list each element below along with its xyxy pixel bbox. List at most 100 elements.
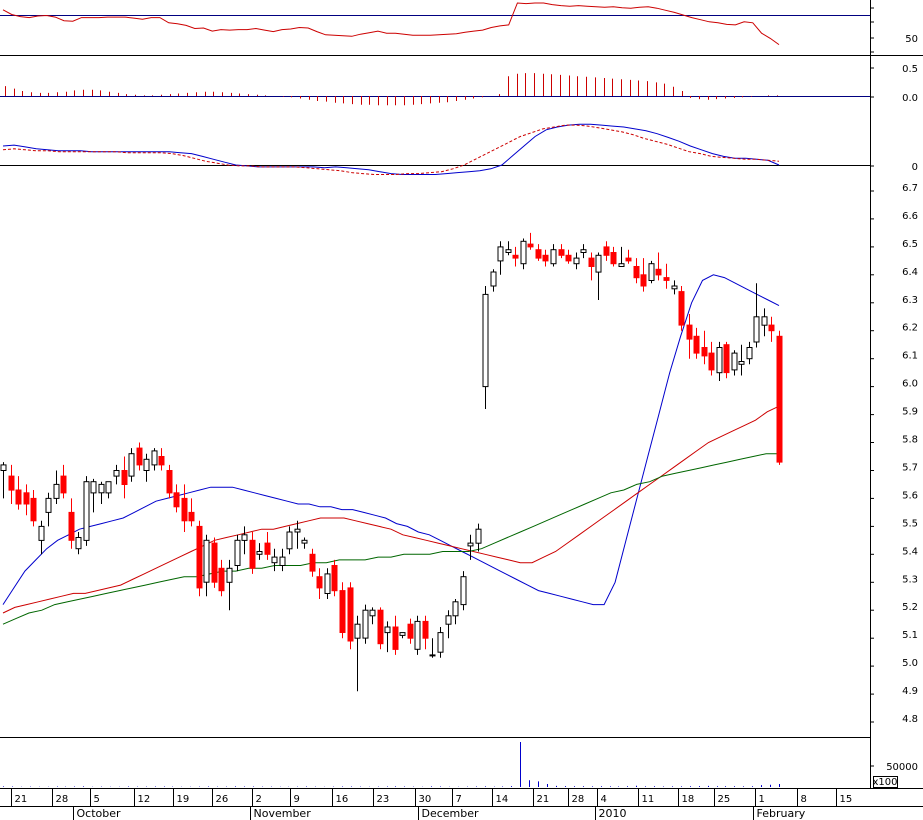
candle-body bbox=[482, 293, 489, 388]
candle-body bbox=[663, 277, 670, 281]
candle-body bbox=[211, 542, 218, 583]
candle-body bbox=[181, 497, 188, 522]
candle-body bbox=[249, 539, 256, 569]
x-tick-label: 12 bbox=[138, 794, 151, 805]
candle-body bbox=[309, 553, 316, 572]
candle-body bbox=[188, 511, 195, 522]
x-tick-label: 26 bbox=[216, 794, 229, 805]
candle-body bbox=[75, 537, 82, 550]
candle-body bbox=[595, 254, 602, 273]
candle-body bbox=[128, 453, 135, 477]
candle-body bbox=[113, 470, 120, 477]
candle-body bbox=[53, 483, 60, 499]
histogram-tick-label: 0.0 bbox=[902, 93, 918, 104]
rsi-tick-label: 50 bbox=[905, 34, 918, 45]
price-tick-label: 6.4 bbox=[902, 267, 918, 278]
candle-body bbox=[686, 324, 693, 340]
candle-body bbox=[573, 257, 580, 265]
x-tick-label: 4 bbox=[601, 794, 607, 805]
x-tick-label: 11 bbox=[642, 794, 655, 805]
x-tick-label: 28 bbox=[56, 794, 69, 805]
candle-body bbox=[708, 352, 715, 371]
price-tick-label: 6.2 bbox=[902, 323, 918, 334]
month-label: December bbox=[422, 807, 480, 820]
candle-body bbox=[203, 539, 210, 583]
candle-body bbox=[414, 620, 421, 650]
candle-body bbox=[234, 539, 241, 566]
candle-body bbox=[558, 249, 565, 256]
x-tick-label: 7 bbox=[456, 794, 462, 805]
x-tick-label: 23 bbox=[377, 794, 390, 805]
candle-body bbox=[535, 249, 542, 259]
candle-body bbox=[339, 590, 346, 633]
candle-body bbox=[565, 254, 572, 262]
candle-body bbox=[30, 497, 37, 522]
candle-body bbox=[218, 567, 225, 592]
candle-body bbox=[166, 470, 173, 494]
x-tick-label: 30 bbox=[419, 794, 432, 805]
candle-body bbox=[286, 531, 293, 550]
candle-body bbox=[738, 361, 745, 365]
chart-background bbox=[0, 0, 923, 820]
candle-body bbox=[716, 347, 723, 374]
price-tick-label: 5.9 bbox=[902, 407, 918, 418]
candle-body bbox=[746, 347, 753, 360]
candle-body bbox=[429, 654, 436, 657]
candle-body bbox=[45, 497, 52, 513]
candle-body bbox=[68, 511, 75, 541]
candle-body bbox=[527, 243, 534, 248]
candle-body bbox=[633, 266, 640, 279]
x-tick-label: 28 bbox=[572, 794, 585, 805]
candle-body bbox=[324, 573, 331, 595]
price-tick-label: 6.3 bbox=[902, 295, 918, 306]
price-tick-label: 5.3 bbox=[902, 574, 918, 585]
candle-body bbox=[8, 475, 15, 491]
candle-body bbox=[542, 254, 549, 262]
candle-body bbox=[38, 525, 45, 541]
candle-body bbox=[693, 335, 700, 354]
x-tick-label: 21 bbox=[537, 794, 550, 805]
candle-body bbox=[475, 528, 482, 544]
candle-body bbox=[362, 609, 369, 639]
candle-body bbox=[701, 347, 708, 357]
candle-body bbox=[610, 252, 617, 265]
candle-body bbox=[173, 492, 180, 508]
candle-body bbox=[588, 257, 595, 268]
candle-body bbox=[136, 447, 143, 466]
candle-body bbox=[603, 246, 610, 256]
price-tick-label: 6.5 bbox=[902, 239, 918, 250]
candle-body bbox=[90, 481, 97, 494]
candle-body bbox=[753, 316, 760, 343]
candle-body bbox=[0, 464, 7, 471]
x-tick-label: 15 bbox=[840, 794, 853, 805]
candle-body bbox=[648, 263, 655, 282]
x-tick-label: 9 bbox=[294, 794, 300, 805]
price-tick-label: 5.5 bbox=[902, 518, 918, 529]
price-tick-label: 5.8 bbox=[902, 435, 918, 446]
price-tick-label: 6.6 bbox=[902, 211, 918, 222]
price-tick-label: 4.8 bbox=[902, 714, 918, 725]
price-tick-label: 6.0 bbox=[902, 379, 918, 390]
candle-body bbox=[723, 344, 730, 374]
candle-body bbox=[264, 542, 271, 555]
x-tick-label: 2 bbox=[256, 794, 262, 805]
candle-body bbox=[467, 542, 474, 547]
candle-body bbox=[776, 335, 783, 463]
candle-body bbox=[347, 587, 354, 642]
candle-body bbox=[731, 352, 738, 371]
candle-body bbox=[550, 249, 557, 265]
histogram-tick-label: 0.5 bbox=[902, 64, 918, 75]
x-tick-label: 16 bbox=[336, 794, 349, 805]
x-tick-label: 8 bbox=[801, 794, 807, 805]
candle-body bbox=[60, 475, 67, 494]
stock-chart: 50 0.5 0.0 0 6.7 6.6 6.5 6.4 6.3 6.2 6.1 6.0 5.9 5.8 5… bbox=[0, 0, 923, 820]
candle-body bbox=[377, 609, 384, 645]
price-tick-label: 5.1 bbox=[902, 630, 918, 641]
candle-body bbox=[445, 615, 452, 625]
volume-unit-label: x100 bbox=[872, 777, 897, 788]
candle-body bbox=[460, 576, 467, 606]
candle-body bbox=[369, 609, 376, 617]
volume-tick-label: 50000 bbox=[886, 762, 918, 773]
month-label: November bbox=[254, 807, 312, 820]
candle-body bbox=[158, 456, 165, 466]
